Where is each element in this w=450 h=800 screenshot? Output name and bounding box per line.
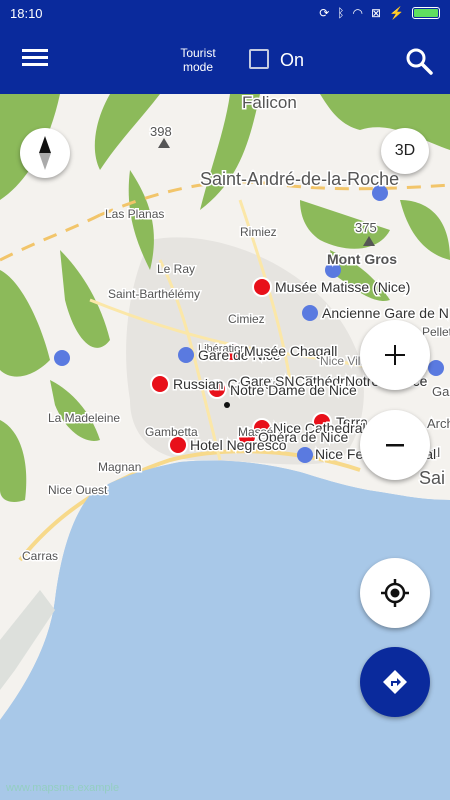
place-label-la-madeleine: La Madeleine [48, 411, 120, 425]
place-label-peak-398: 398 [150, 124, 172, 139]
place-label-st-andre: Saint-André-de-la-Roche [200, 169, 399, 189]
place-label-archi-cut: Arch [427, 416, 450, 431]
transit-marker [297, 447, 313, 463]
place-label-magnan: Magnan [98, 460, 141, 474]
charging-icon: ⚡ [389, 6, 404, 20]
place-label-cimiez: Cimiez [228, 312, 265, 326]
zoom-in-button[interactable] [360, 320, 430, 390]
place-label-st-barthelemy: Saint-Barthélémy [108, 287, 200, 301]
status-icons: ⟳ ᛒ ◠ ⊠ ⚡ [319, 6, 440, 20]
place-label-pellet: Pellet [422, 325, 450, 339]
battery-icon [412, 7, 440, 19]
tourist-mode-label: Tourist mode [180, 46, 216, 74]
search-icon[interactable] [402, 44, 436, 78]
app-bar: Tourist mode On [0, 26, 450, 94]
poi-label-hotel-negresco: Hotel Negresco [190, 437, 287, 453]
place-label-rimiez: Rimiez [240, 225, 277, 239]
current-position-dot [224, 402, 230, 408]
sync-icon: ⟳ [319, 6, 330, 20]
compass-icon[interactable] [20, 128, 70, 178]
zoom-out-button[interactable] [360, 410, 430, 480]
place-label-falicon: Falicon [242, 94, 297, 112]
place-label-le-ray: Le Ray [157, 262, 195, 276]
poi-marker [150, 374, 170, 394]
directions-icon[interactable] [360, 647, 430, 717]
place-label-gare-cut: Gar [432, 384, 450, 399]
no-sim-icon: ⊠ [370, 6, 382, 20]
hamburger-menu-icon[interactable] [20, 46, 50, 74]
wifi-icon: ◠ [352, 6, 363, 20]
place-label-carras: Carras [22, 549, 58, 563]
place-label-nice-ouest: Nice Ouest [48, 483, 108, 497]
transit-marker [428, 360, 444, 376]
place-label-saint-cut: Sai [419, 468, 445, 488]
place-label-las-planas: Las Planas [105, 207, 164, 221]
watermark: www.mapsme.example [6, 782, 120, 794]
tourist-mode-toggle-label: On [280, 50, 305, 70]
tourist-mode-checkbox[interactable] [249, 49, 269, 69]
transit-marker [178, 347, 194, 363]
poi-label-notre-dame: Notre Dame de Nice [230, 382, 357, 398]
bluetooth-icon: ᛒ [337, 6, 345, 20]
transit-marker [54, 350, 70, 366]
poi-marker [252, 277, 272, 297]
station-label-ancienne-gare: Ancienne Gare de N [322, 305, 449, 321]
place-label-peak-375: 375 [355, 220, 377, 235]
status-bar: 18:10 ⟳ ᛒ ◠ ⊠ ⚡ [0, 0, 450, 26]
status-time: 18:10 [10, 5, 43, 21]
my-location-icon[interactable] [360, 558, 430, 628]
transit-marker [302, 305, 318, 321]
poi-label-musee-matisse: Musée Matisse (Nice) [275, 279, 410, 295]
3d-button[interactable]: 3D [381, 128, 429, 174]
place-label-mont-gros: Mont Gros [327, 251, 397, 267]
